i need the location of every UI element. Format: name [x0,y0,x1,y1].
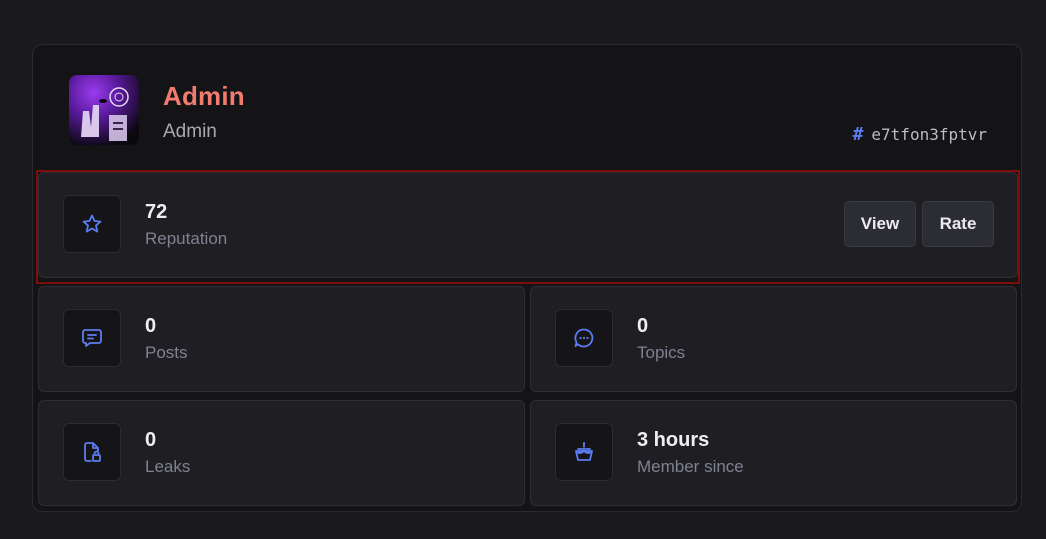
message-square-icon [82,329,102,347]
avatar-image [69,75,139,145]
posts-stat: 0 Posts [38,286,525,392]
topics-label: Topics [637,343,686,362]
posts-value: 0 [145,315,157,337]
posts-label: Posts [145,343,188,362]
username[interactable]: Admin [163,81,245,112]
member-since-label: Member since [637,457,744,476]
user-id[interactable]: # e7tfon3fptvr [853,124,987,145]
member-since-value: 3 hours [637,429,710,451]
member-since-stat: 3 hours Member since [530,400,1017,506]
posts-icon-box [63,309,121,367]
topics-value: 0 [637,315,649,337]
hash-icon: # [852,124,864,145]
leaks-value: 0 [145,429,157,451]
reputation-highlight [36,170,1020,284]
user-id-text: e7tfon3fptvr [871,125,987,144]
leaks-label: Leaks [145,457,191,476]
profile-header: Admin Admin # e7tfon3fptvr [33,45,1021,170]
profile-card: Admin Admin # e7tfon3fptvr 72 Reputation… [32,44,1022,512]
user-role: Admin [163,121,217,142]
leaks-icon-box [63,423,121,481]
message-circle-icon [574,328,594,348]
file-lock-icon [84,442,101,462]
member-since-icon-box [555,423,613,481]
topics-icon-box [555,309,613,367]
leaks-stat: 0 Leaks [38,400,525,506]
topics-stat: 0 Topics [530,286,1017,392]
avatar[interactable] [69,75,139,145]
cake-icon [575,442,593,461]
